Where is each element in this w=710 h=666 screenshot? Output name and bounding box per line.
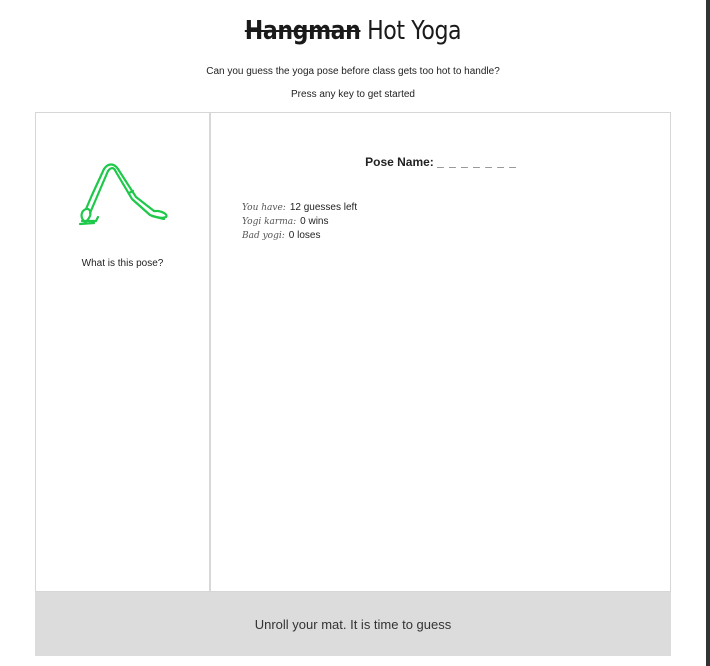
losses-label: Bad yogi: bbox=[242, 231, 285, 241]
game-board: What is this pose? Pose Name: _ _ _ _ _ … bbox=[35, 112, 671, 592]
losses-row: Bad yogi: 0 loses bbox=[242, 229, 357, 243]
guesses-value: 12 guesses left bbox=[289, 202, 358, 213]
wins-row: Yogi karma: 0 wins bbox=[242, 215, 357, 229]
yoga-pose-icon bbox=[78, 163, 168, 226]
page-title: Hangman Hot Yoga bbox=[53, 16, 653, 46]
score-stats: You have: 12 guesses left Yogi karma: 0 wi… bbox=[242, 201, 357, 243]
footer-message-bar: Unroll your mat. It is time to guess bbox=[35, 592, 671, 656]
pose-name-label: Pose Name: bbox=[365, 155, 434, 169]
pose-name-display: Pose Name: _ _ _ _ _ _ _ bbox=[212, 155, 670, 169]
page-subtitle: Can you guess the yoga pose before class… bbox=[206, 66, 500, 77]
footer-message: Unroll your mat. It is time to guess bbox=[254, 617, 452, 632]
pose-image-panel: What is this pose? bbox=[36, 113, 211, 591]
title-struck-word: Hangman bbox=[244, 16, 361, 46]
pose-question-label: What is this pose? bbox=[81, 258, 164, 269]
pose-name-blanks: _ _ _ _ _ _ _ bbox=[437, 155, 517, 169]
start-instructions: Press any key to get started bbox=[291, 89, 415, 100]
window-edge bbox=[706, 0, 710, 666]
losses-value: 0 loses bbox=[288, 230, 321, 241]
game-status-panel: Pose Name: _ _ _ _ _ _ _ You have: 12 gue… bbox=[212, 113, 670, 591]
wins-value: 0 wins bbox=[300, 216, 329, 227]
title-main-words: Hot Yoga bbox=[367, 16, 462, 46]
wins-label: Yogi karma: bbox=[242, 217, 297, 227]
guesses-row: You have: 12 guesses left bbox=[242, 201, 357, 215]
guesses-label: You have: bbox=[242, 203, 286, 213]
